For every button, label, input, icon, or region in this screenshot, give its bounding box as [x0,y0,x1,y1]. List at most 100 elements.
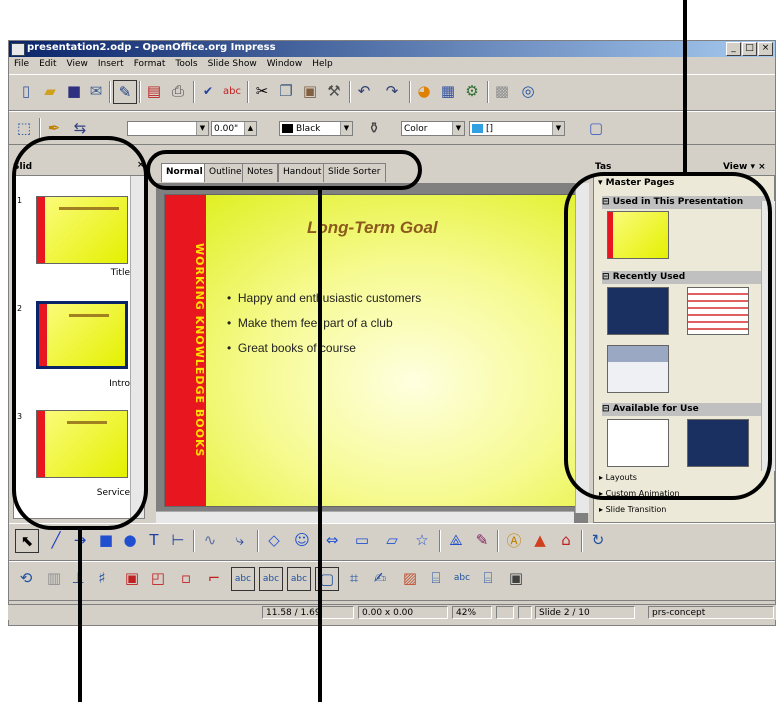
show-grid-icon[interactable]: ▥ [43,567,65,589]
exit-all-groups-icon[interactable]: ✍ [369,567,391,589]
line-style-select[interactable]: ▼ [127,121,209,136]
symbol-shapes-icon[interactable]: ☺ [291,529,313,551]
app-icon [11,43,25,56]
snap-object-points-icon[interactable]: ▫ [175,567,197,589]
print-icon[interactable]: ⎙ [167,80,189,102]
task-pane-callout [564,172,772,500]
gallery-icon[interactable]: ⌂ [555,529,577,551]
status-master-page: prs-concept [648,606,774,619]
standard-toolbar: ▯ ▰ ■ ✉ ✎ ▤ ⎙ ✔ abc ✂ ❐ ▣ ⚒ ↶ ↷ ◕ ▦ ⚙ ▩ … [9,74,775,111]
email-icon[interactable]: ✉ [85,80,107,102]
copy-icon[interactable]: ❐ [275,80,297,102]
autospellcheck-icon[interactable]: abc [221,80,243,102]
ellipse-icon[interactable]: ● [119,529,141,551]
undo-icon[interactable]: ↶ [353,80,375,102]
menu-file[interactable]: File [9,58,34,70]
points-icon[interactable]: ⟁ [445,529,467,551]
table-icon[interactable]: ▦ [437,80,459,102]
basic-shapes-icon[interactable]: ◇ [263,529,285,551]
text-only-icon[interactable]: abc [231,567,255,591]
image-frame-icon[interactable]: ▣ [505,567,527,589]
task-pane-title: Tas [595,162,612,172]
new-document-icon[interactable]: ▯ [15,80,37,102]
area-color-select[interactable]: [] ▼ [469,121,565,136]
line-color-select[interactable]: Black ▼ [279,121,353,136]
rotation-mode-icon[interactable]: ⟲ [15,567,37,589]
minimize-button[interactable]: _ [726,42,741,56]
menu-window[interactable]: Window [262,58,308,70]
menu-insert[interactable]: Insert [93,58,129,70]
maximize-button[interactable]: □ [742,42,757,56]
menu-slide-show[interactable]: Slide Show [203,58,262,70]
callouts-icon[interactable]: ▱ [381,529,403,551]
menu-edit[interactable]: Edit [34,58,61,70]
close-button[interactable]: × [758,42,773,56]
shadow-icon[interactable]: ▢ [585,117,607,139]
fontwork-icon[interactable]: Ⓐ [503,529,525,551]
slide-bullet[interactable]: • Great books of course [227,341,356,355]
export-pdf-icon[interactable]: ▤ [143,80,165,102]
line-width-input[interactable]: 0.00" ▲ [211,121,257,136]
area-style-select[interactable]: Color ▼ [401,121,465,136]
menu-view[interactable]: View [62,58,93,70]
block-arrows-icon[interactable]: ⇔ [321,529,343,551]
menu-help[interactable]: Help [307,58,338,70]
help-navigator-icon[interactable]: ◎ [517,80,539,102]
status-insert-mode [496,606,514,619]
drawing-toolbar: ⬉ ╱ → ■ ● T ⊢ ∿ ⤷ ◇ ☺ ⇔ ▭ ▱ ☆ ⟁ ✎ Ⓐ ▲ ⌂ … [9,523,775,561]
rectangle-icon[interactable]: ■ [95,529,117,551]
stars-icon[interactable]: ☆ [411,529,433,551]
open-folder-icon[interactable]: ▰ [39,80,61,102]
slide-title[interactable]: Long-Term Goal [307,218,438,238]
simple-handles-icon[interactable]: abc [287,567,311,591]
snap-object-border-icon[interactable]: ◰ [147,567,169,589]
snap-helplines-icon[interactable]: ♯ [91,567,113,589]
slide-transition-header[interactable]: ▸ Slide Transition [599,505,666,514]
slides-pane-pointer-line [78,530,82,702]
options-toolbar: ⟲ ▥ ⊥ ♯ ▣ ◰ ▫ ⌐ abc abc abc ▢ ⌗ ✍ ▨ ⌸ ab… [9,561,775,601]
slide-bullet[interactable]: • Happy and enthusiastic customers [227,291,421,305]
area-fill-icon[interactable]: ⚱ [363,117,385,139]
window-title: presentation2.odp - OpenOffice.org Impre… [27,42,276,53]
navigator-icon[interactable]: ⚙ [461,80,483,102]
line-icon[interactable]: ╱ [45,529,67,551]
edit-file-icon[interactable]: ✎ [113,80,137,104]
select-arrow-icon[interactable]: ⬉ [15,529,39,553]
menu-format[interactable]: Format [129,58,171,70]
insert-picture-icon[interactable]: ▲ [529,529,551,551]
redo-icon[interactable]: ↷ [381,80,403,102]
slide-canvas[interactable]: WORKING KNOWLEDGE BOOKS Long-Term Goal •… [164,194,579,507]
abc-connector-icon[interactable]: abc [451,567,473,589]
rotate-icon[interactable]: ↻ [587,529,609,551]
object-connector-icon[interactable]: ⌸ [477,567,499,589]
flowchart-icon[interactable]: ▭ [351,529,373,551]
cut-icon[interactable]: ✂ [251,80,273,102]
grid-icon[interactable]: ▩ [491,80,513,102]
snap-page-margins-icon[interactable]: ▣ [121,567,143,589]
image-icon[interactable]: ▨ [399,567,421,589]
text-icon[interactable]: T [143,529,165,551]
select-icon[interactable]: ⬚ [13,117,35,139]
status-signature [518,606,532,619]
task-pane-view-menu[interactable]: View ▾ × [723,162,766,172]
title-bar: presentation2.odp - OpenOffice.org Impre… [9,41,775,57]
connector-icon[interactable]: ⤷ [229,529,251,551]
format-paintbrush-icon[interactable]: ⚒ [323,80,345,102]
save-icon[interactable]: ■ [63,80,85,102]
curve-icon[interactable]: ∿ [199,529,221,551]
glue-points-icon[interactable]: ✎ [471,529,493,551]
chart-icon[interactable]: ◕ [413,80,435,102]
status-zoom[interactable]: 42% [452,606,492,619]
connector-options-icon[interactable]: ⌸ [425,567,447,589]
slide-side-text: WORKING KNOWLEDGE BOOKS [193,242,206,458]
allow-quick-editing-icon[interactable]: ⌐ [203,567,225,589]
slide-bullet[interactable]: • Make them feel part of a club [227,316,393,330]
double-click-text-icon[interactable]: abc [259,567,283,591]
menu-tools[interactable]: Tools [170,58,202,70]
paste-icon[interactable]: ▣ [299,80,321,102]
spellcheck-icon[interactable]: ✔ [197,80,219,102]
vertical-text-icon[interactable]: ⊢ [167,529,189,551]
status-position: 11.58 / 1.69 [262,606,354,619]
menu-bar: File Edit View Insert Format Tools Slide Show W… [9,58,775,73]
create-object-attributes-icon[interactable]: ⌗ [343,567,365,589]
